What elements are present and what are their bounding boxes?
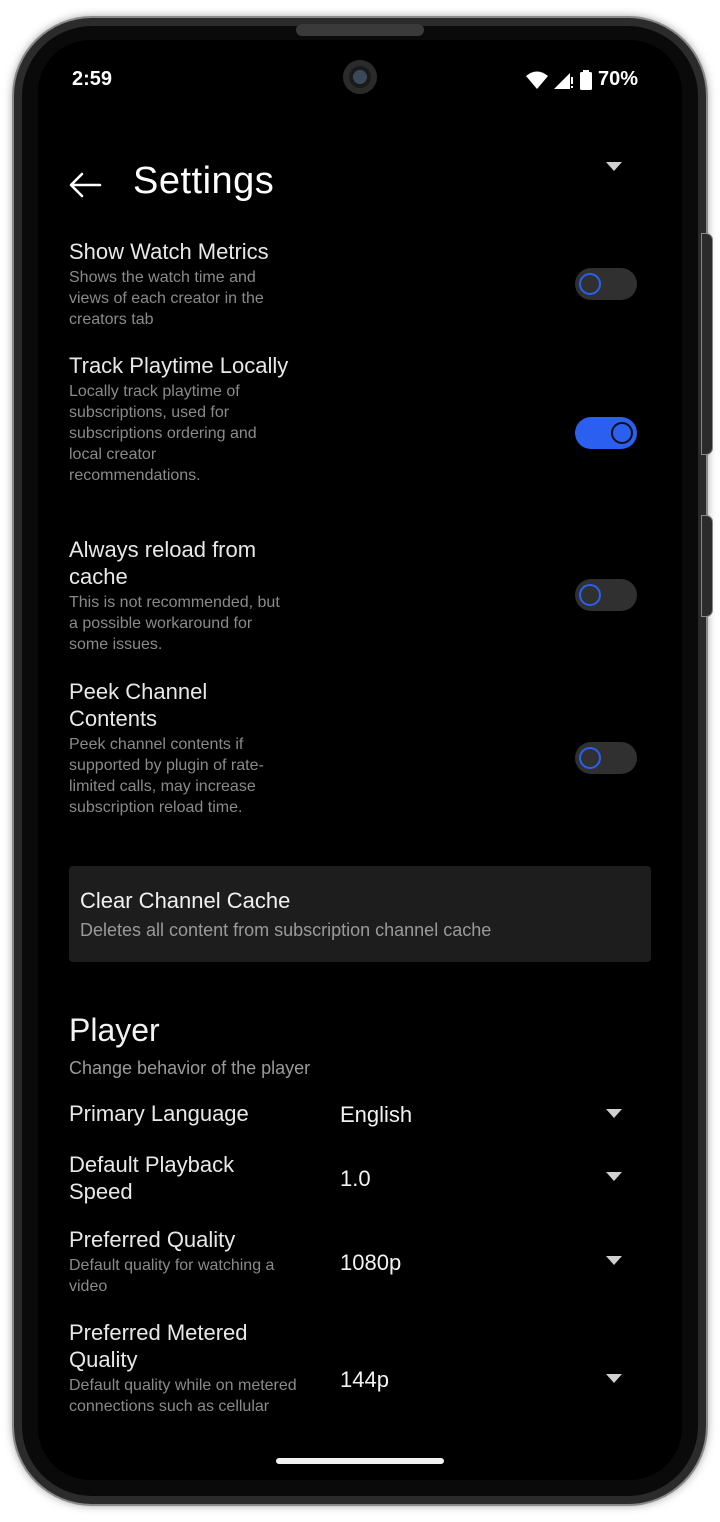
reload-cache-toggle[interactable] — [575, 579, 637, 611]
status-time: 2:59 — [72, 68, 113, 90]
peek-channel-toggle[interactable] — [575, 742, 637, 774]
toggle-knob — [611, 422, 633, 444]
button-description: Deletes all content from subscription ch… — [80, 920, 492, 940]
section-description: Change behavior of the player — [69, 1058, 311, 1078]
setting-description: Locally track playtime of subscriptions,… — [69, 383, 257, 484]
primary-language-value[interactable]: English — [340, 1102, 412, 1128]
status-icons: 70% — [525, 68, 638, 91]
playback-speed-value[interactable]: 1.0 — [340, 1166, 371, 1192]
dropdown-description: Default quality while on metered connect… — [69, 1377, 297, 1415]
setting-track-playtime[interactable]: Track Playtime Locally Locally track pla… — [69, 352, 649, 486]
playback-speed-setting[interactable]: Default Playback Speed — [69, 1151, 299, 1205]
battery-percent: 70% — [597, 68, 638, 90]
power-button — [702, 516, 712, 616]
caret-down-icon[interactable] — [606, 1374, 622, 1384]
setting-description: This is not recommended, but a possible … — [69, 594, 280, 653]
setting-peek-channel-contents[interactable]: Peek Channel Contents Peek channel conte… — [69, 678, 649, 818]
cell-signal-icon — [553, 72, 573, 89]
front-camera — [343, 60, 377, 94]
preferred-metered-quality-setting[interactable]: Preferred Metered Quality Default qualit… — [69, 1319, 299, 1417]
section-title-player: Player — [69, 1012, 160, 1048]
toggle-knob — [579, 584, 601, 606]
home-indicator[interactable] — [276, 1458, 444, 1464]
dropdown-description: Default quality for watching a video — [69, 1257, 275, 1295]
caret-down-icon[interactable] — [606, 1172, 622, 1182]
setting-description: Peek channel contents if supported by pl… — [69, 736, 264, 816]
watch-metrics-toggle[interactable] — [575, 268, 637, 300]
button-title: Clear Channel Cache — [80, 888, 291, 913]
toggle-knob — [579, 747, 601, 769]
toggle-knob — [579, 273, 601, 295]
dropdown-label: Primary Language — [69, 1101, 249, 1126]
primary-language-setting[interactable]: Primary Language — [69, 1100, 299, 1127]
dropdown-label: Preferred Quality — [69, 1227, 236, 1252]
setting-always-reload-cache[interactable]: Always reload from cache This is not rec… — [69, 536, 649, 655]
top-app-bar: Settings — [38, 160, 682, 220]
caret-down-icon[interactable] — [606, 1256, 622, 1266]
preferred-metered-quality-value[interactable]: 144p — [340, 1367, 389, 1393]
setting-title: Peek Channel Contents — [69, 679, 208, 731]
caret-down-icon[interactable] — [606, 162, 622, 172]
clear-channel-cache-button[interactable]: Clear Channel Cache Deletes all content … — [69, 866, 651, 962]
battery-icon — [579, 69, 592, 90]
screen: 2:59 70% Settings Show Watch Metrics Sho… — [38, 40, 682, 1480]
caret-down-icon[interactable] — [606, 1109, 622, 1119]
preferred-quality-setting[interactable]: Preferred Quality Default quality for wa… — [69, 1226, 299, 1297]
setting-title: Track Playtime Locally — [69, 353, 289, 378]
preferred-quality-value[interactable]: 1080p — [340, 1250, 401, 1276]
volume-button — [702, 234, 712, 454]
setting-title: Show Watch Metrics — [69, 239, 269, 264]
track-playtime-toggle[interactable] — [575, 417, 637, 449]
setting-title: Always reload from cache — [69, 537, 257, 589]
earpiece-speaker — [296, 24, 424, 36]
setting-description: Shows the watch time and views of each c… — [69, 269, 264, 328]
dropdown-label: Default Playback Speed — [69, 1152, 235, 1204]
wifi-icon — [525, 71, 548, 89]
setting-show-watch-metrics[interactable]: Show Watch Metrics Shows the watch time … — [69, 238, 649, 330]
page-title: Settings — [133, 160, 275, 202]
dropdown-label: Preferred Metered Quality — [69, 1320, 248, 1372]
back-arrow-icon[interactable] — [66, 165, 106, 205]
